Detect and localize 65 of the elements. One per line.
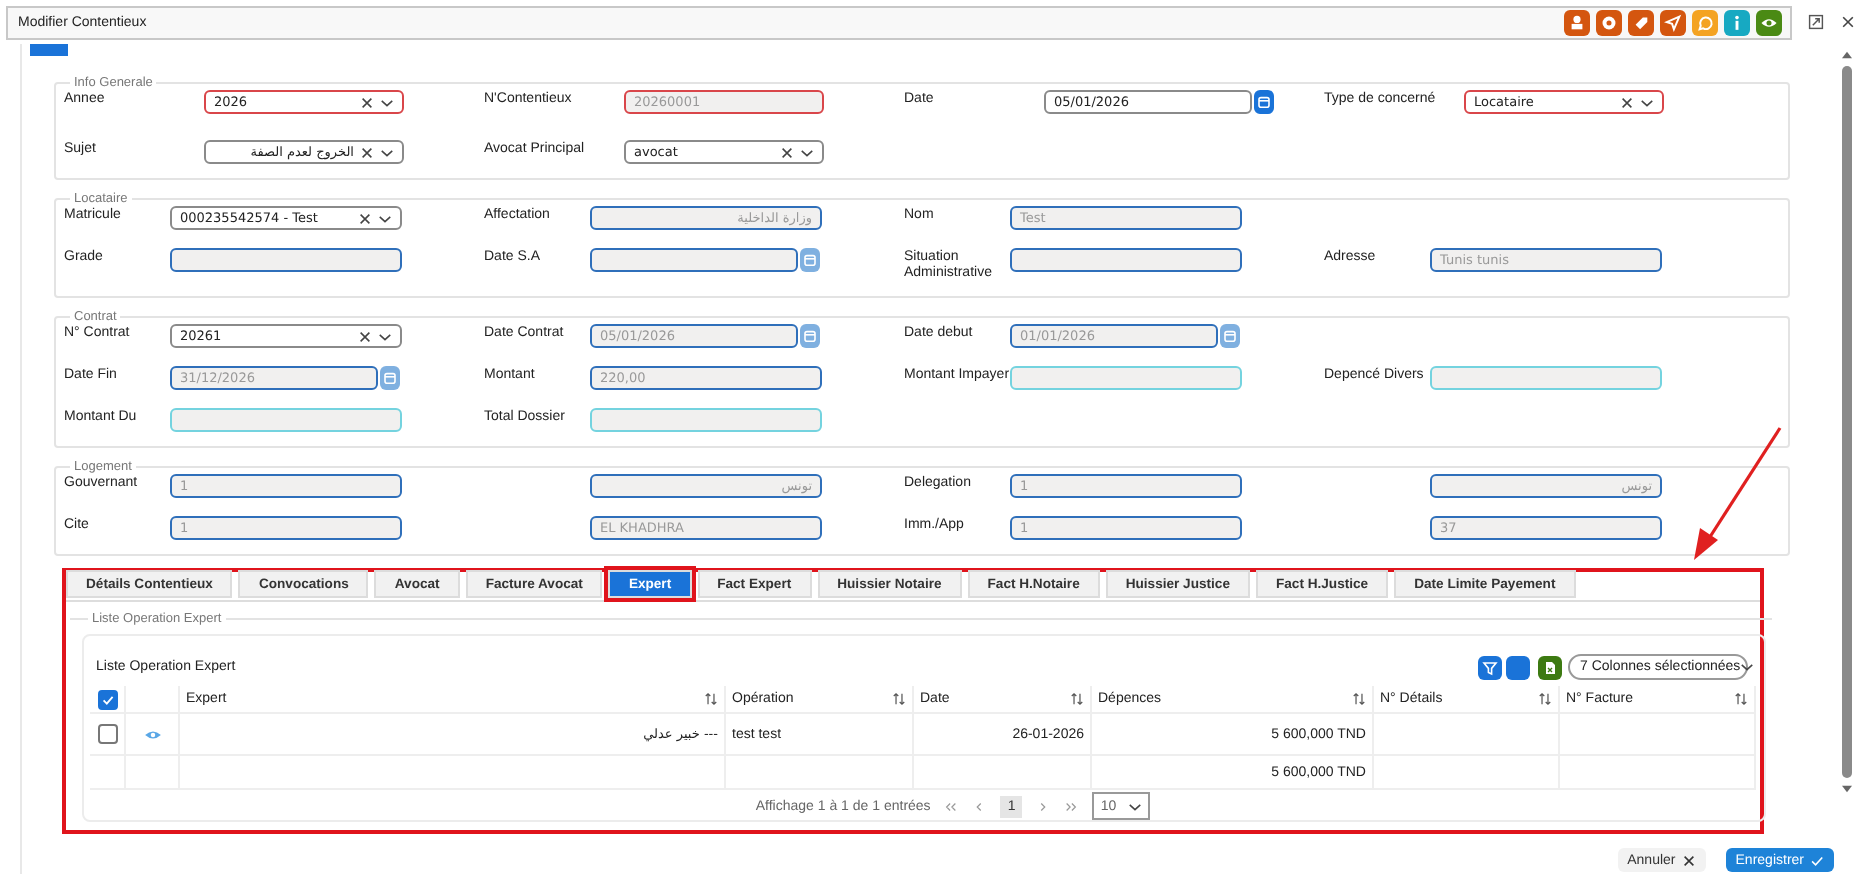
calendar-icon (1256, 94, 1272, 110)
scroll-down-icon[interactable] (1839, 784, 1853, 794)
sort-icon[interactable] (1352, 692, 1366, 706)
input-field[interactable] (590, 408, 822, 432)
chevron-down-icon[interactable] (800, 145, 814, 159)
sort-icon[interactable] (1734, 692, 1748, 706)
filter-icon (1482, 659, 1498, 675)
checkbox[interactable] (97, 724, 117, 744)
tab-indicator (30, 44, 68, 56)
calendar-icon (382, 370, 398, 386)
gear-icon (1600, 13, 1618, 31)
last-page-icon[interactable] (1064, 799, 1079, 813)
checkbox[interactable] (97, 689, 117, 709)
chevron-down-icon[interactable] (1640, 95, 1654, 109)
input-field[interactable] (1010, 248, 1242, 272)
date-field[interactable] (590, 248, 798, 272)
sort-icon[interactable] (892, 692, 906, 706)
close-icon (1681, 853, 1696, 867)
sort-icon[interactable] (704, 692, 718, 706)
input-field[interactable] (170, 248, 402, 272)
sort-icon[interactable] (1070, 692, 1084, 706)
previous-page-icon[interactable] (972, 799, 987, 813)
chevron-down-icon (1740, 660, 1755, 674)
next-page-icon[interactable] (1036, 799, 1051, 813)
eye-button[interactable] (1756, 9, 1782, 35)
chat-icon (1696, 13, 1714, 31)
chevron-down-icon[interactable] (378, 211, 392, 225)
excel-button[interactable] (1538, 655, 1562, 679)
gear-button[interactable] (1596, 9, 1622, 35)
input-field[interactable] (1430, 366, 1662, 390)
clear-icon[interactable] (358, 329, 372, 343)
info-button[interactable] (1724, 9, 1750, 35)
calendar-icon (802, 252, 818, 268)
chevron-down-icon[interactable] (378, 329, 392, 343)
send-button[interactable] (1660, 9, 1686, 35)
calendar-icon (802, 328, 818, 344)
eye-icon (1760, 13, 1778, 31)
input-field[interactable] (170, 408, 402, 432)
clear-icon[interactable] (360, 145, 374, 159)
first-page-icon[interactable] (944, 799, 959, 813)
stamp-icon (1568, 13, 1586, 31)
eye-icon[interactable] (143, 727, 161, 741)
toolbar-button[interactable] (1506, 655, 1530, 679)
tag-icon (1632, 13, 1650, 31)
tag-button[interactable] (1628, 9, 1654, 35)
check-icon (1810, 853, 1824, 867)
input-field[interactable] (1010, 366, 1242, 390)
chevron-down-icon[interactable] (380, 95, 394, 109)
expand-icon[interactable] (1808, 14, 1824, 30)
stamp-button[interactable] (1564, 9, 1590, 35)
scrollbar-thumb[interactable] (1841, 66, 1851, 778)
close-icon[interactable] (1840, 14, 1856, 30)
chevron-down-icon[interactable] (380, 145, 394, 159)
calendar-button[interactable] (1254, 90, 1274, 114)
scroll-up-icon[interactable] (1839, 50, 1853, 60)
sort-icon[interactable] (1538, 692, 1552, 706)
clear-icon[interactable] (780, 145, 794, 159)
chevron-down-icon (1128, 799, 1143, 813)
file-icon (1542, 659, 1558, 675)
filter-button[interactable] (1478, 655, 1502, 679)
clear-icon[interactable] (360, 95, 374, 109)
clear-icon[interactable] (1620, 95, 1634, 109)
send-icon (1664, 13, 1682, 31)
calendar-icon (1222, 328, 1238, 344)
clear-icon[interactable] (358, 211, 372, 225)
